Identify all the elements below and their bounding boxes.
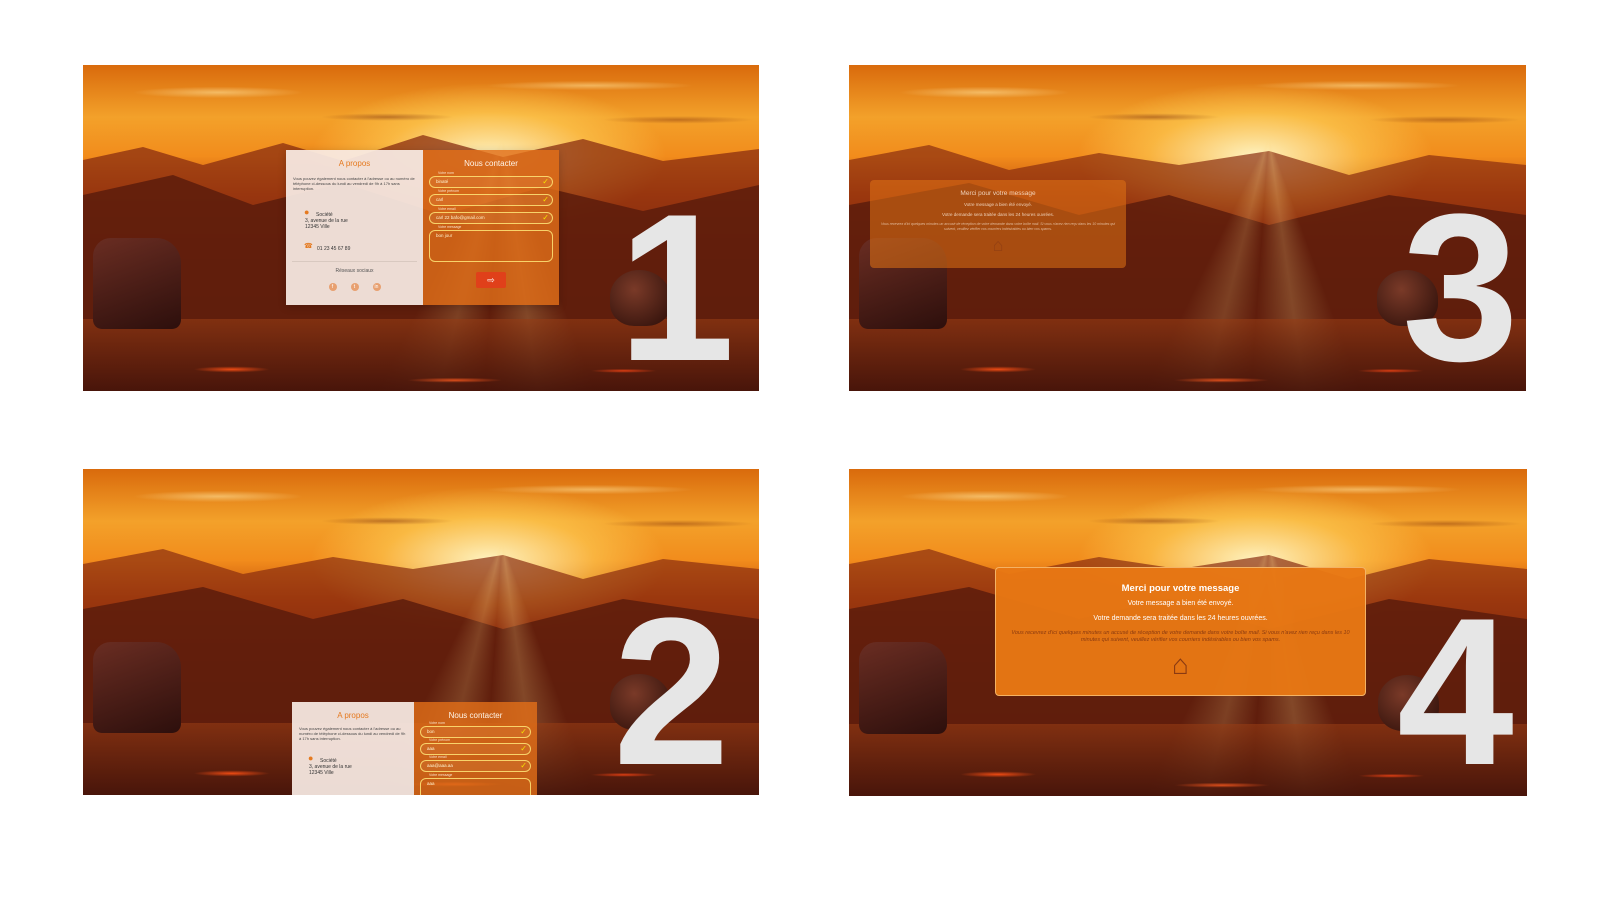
firstname-label: Votre prénom: [438, 189, 460, 193]
name-value: binaté: [436, 179, 449, 184]
check-icon: ✓: [520, 727, 527, 736]
phone-icon: ☎: [304, 243, 313, 250]
home-icon[interactable]: ⌂: [870, 235, 1126, 256]
about-title: A propos: [338, 159, 371, 168]
name-field[interactable]: Votre nom binaté ✓: [429, 171, 553, 188]
confirmation-message: Merci pour votre message Votre message a…: [995, 567, 1366, 696]
about-text: Vous pouvez également nous contacter à l…: [293, 176, 415, 191]
about-title: A propos: [337, 711, 369, 720]
twitter-icon[interactable]: t: [350, 283, 359, 291]
step-number: 4: [1397, 574, 1514, 797]
check-icon: ✓: [542, 177, 549, 186]
message-field[interactable]: Votre message aaa: [420, 773, 531, 795]
about-text: Vous pouvez également nous contacter à l…: [299, 726, 406, 741]
firstname-field[interactable]: Votre prénom carl ✓: [429, 189, 553, 206]
divider: [292, 261, 417, 262]
send-button[interactable]: ⇨: [476, 272, 506, 288]
address-block: Société 3, avenue de la rue 12345 Ville: [309, 758, 352, 776]
address-block: Société 3, avenue de la rue 12345 Ville: [305, 212, 348, 230]
rock-left: [859, 642, 948, 734]
email-label: Votre email: [438, 207, 456, 211]
facebook-icon[interactable]: f: [328, 283, 337, 291]
rock-left: [93, 237, 181, 330]
contact-title: Nous contacter: [464, 159, 518, 168]
email-field[interactable]: Votre email carl 22 bafo@gmail.com ✓: [429, 207, 553, 224]
confirmation-title: Merci pour votre message: [1121, 583, 1240, 594]
firstname-value: carl: [436, 197, 444, 202]
contact-card: A propos Vous pouvez également nous cont…: [286, 150, 559, 305]
check-icon: ✓: [520, 761, 527, 770]
confirmation-note: Vous recevrez d'ici quelques minutes un …: [880, 222, 1116, 231]
confirmation-note: Vous recevrez d'ici quelques minutes un …: [1011, 630, 1350, 643]
check-icon: ✓: [542, 213, 549, 222]
sign-out-icon: ⇨: [487, 275, 495, 285]
screenshot-step-4: Merci pour votre message Votre message a…: [849, 469, 1527, 796]
email-value: aaa@aaa.aa: [427, 763, 453, 768]
home-icon[interactable]: ⌂: [996, 649, 1365, 681]
screenshot-step-3: Merci pour votre message Votre message a…: [849, 65, 1526, 391]
confirmation-delay: Votre demande sera traitée dans les 24 h…: [1093, 615, 1268, 622]
contact-form: Nous contacter Votre nom bon ✓ Votre pré…: [414, 702, 537, 795]
email-label: Votre email: [429, 755, 447, 759]
name-value: bon: [427, 729, 435, 734]
confirmation-sent: Votre message a bien été envoyé.: [963, 202, 1033, 207]
message-value: bon jour: [436, 233, 453, 238]
email-field[interactable]: Votre email aaa@aaa.aa ✓: [420, 755, 531, 772]
about-panel: A propos Vous pouvez également nous cont…: [286, 150, 423, 305]
message-label: Votre message: [429, 773, 453, 777]
phone-number: 01 23 45 67 89: [317, 246, 351, 252]
about-panel: A propos Vous pouvez également nous cont…: [292, 702, 414, 795]
name-field[interactable]: Votre nom bon ✓: [420, 721, 531, 738]
confirmation-title: Merci pour votre message: [960, 190, 1036, 197]
city: 12345 Ville: [309, 770, 334, 776]
check-icon: ✓: [520, 744, 527, 753]
check-icon: ✓: [542, 195, 549, 204]
step-number: 2: [613, 574, 730, 796]
contact-title: Nous contacter: [448, 711, 503, 720]
confirmation-sent: Votre message a bien été envoyé.: [1127, 600, 1234, 607]
social-links: f t in: [286, 283, 423, 291]
step-number: 1: [618, 170, 735, 392]
city: 12345 Ville: [305, 224, 330, 230]
message-value: aaa: [427, 781, 435, 786]
linkedin-icon[interactable]: in: [372, 283, 381, 291]
screenshot-step-1: A propos Vous pouvez également nous cont…: [83, 65, 759, 391]
message-label: Votre message: [438, 225, 462, 229]
firstname-value: aaa: [427, 746, 435, 751]
email-value: carl 22 bafo@gmail.com: [436, 215, 485, 220]
name-label: Votre nom: [429, 721, 445, 725]
social-title: Réseaux sociaux: [335, 268, 374, 274]
step-number: 3: [1402, 170, 1519, 392]
confirmation-delay: Votre demande sera traitée dans les 24 h…: [941, 212, 1055, 217]
screenshot-step-2: A propos Vous pouvez également nous cont…: [83, 469, 759, 795]
firstname-label: Votre prénom: [429, 738, 451, 742]
firstname-field[interactable]: Votre prénom aaa ✓: [420, 738, 531, 755]
message-field[interactable]: Votre message bon jour: [429, 225, 553, 262]
confirmation-message: Merci pour votre message Votre message a…: [870, 180, 1126, 268]
rock-left: [93, 641, 181, 734]
contact-form: Nous contacter Votre nom binaté ✓ Votre …: [423, 150, 559, 305]
name-label: Votre nom: [438, 171, 454, 175]
contact-card: A propos Vous pouvez également nous cont…: [292, 702, 537, 795]
